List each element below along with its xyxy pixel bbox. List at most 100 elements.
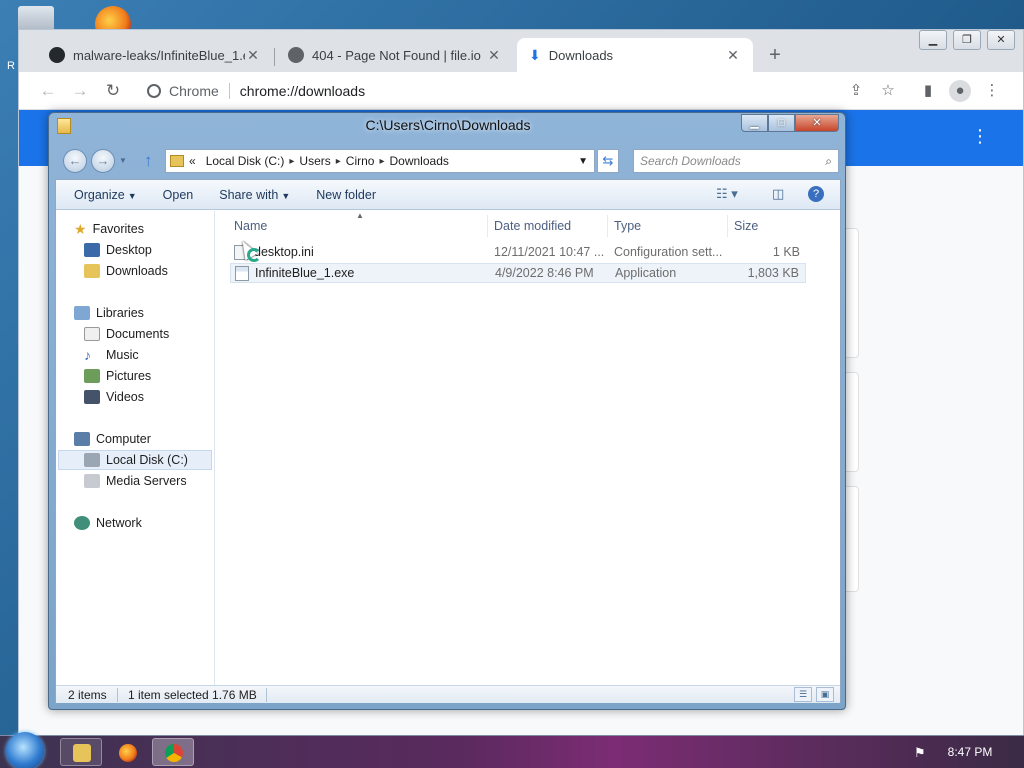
explorer-content: Organize ▼ Open Share with ▼ New folder ☷ … bbox=[55, 179, 841, 703]
search-icon[interactable]: ⌕ bbox=[825, 154, 832, 169]
bookmark-star-icon[interactable]: ☆ bbox=[877, 80, 899, 102]
maximize-button[interactable]: □ bbox=[768, 114, 795, 132]
downloads-folder-icon bbox=[84, 264, 100, 278]
column-date-modified[interactable]: Date modified bbox=[488, 215, 608, 237]
desktop-icon bbox=[84, 243, 100, 257]
address-breadcrumb[interactable]: « Local Disk (C:) ▸ Users ▸ Cirno ▸ Down… bbox=[165, 149, 595, 173]
file-row[interactable]: desktop.ini 12/11/2021 10:47 ... Configu… bbox=[230, 243, 806, 263]
search-placeholder: Search Downloads bbox=[640, 154, 741, 168]
close-button[interactable]: ✕ bbox=[987, 30, 1015, 50]
navigation-pane: ★ Favorites Desktop Downloads Libraries … bbox=[56, 211, 215, 685]
chrome-icon bbox=[165, 744, 183, 762]
minimize-button[interactable]: ▁ bbox=[919, 30, 947, 50]
file-size: 1 KB bbox=[772, 245, 800, 259]
minimize-button[interactable]: ▁ bbox=[741, 114, 768, 132]
nav-media-servers[interactable]: Media Servers bbox=[84, 471, 187, 491]
organize-button[interactable]: Organize ▼ bbox=[74, 188, 137, 202]
item-count: 2 items bbox=[68, 688, 107, 702]
column-name[interactable]: Name bbox=[228, 215, 488, 237]
share-with-button[interactable]: Share with ▼ bbox=[219, 188, 290, 202]
tab-divider bbox=[274, 48, 275, 66]
breadcrumb-users[interactable]: Users bbox=[299, 154, 330, 168]
start-button[interactable] bbox=[6, 732, 44, 768]
search-input[interactable]: Search Downloads ⌕ bbox=[633, 149, 839, 173]
file-name: InfiniteBlue_1.exe bbox=[255, 266, 355, 280]
chevron-right-icon[interactable]: ▸ bbox=[289, 156, 294, 167]
globe-icon bbox=[288, 47, 304, 63]
system-clock[interactable]: 8:47 PM bbox=[940, 745, 1000, 759]
star-icon: ★ bbox=[74, 220, 87, 237]
nav-documents[interactable]: Documents bbox=[84, 324, 169, 344]
nav-downloads[interactable]: Downloads bbox=[84, 261, 168, 281]
more-actions-icon[interactable]: ⋮ bbox=[971, 126, 989, 147]
file-row[interactable]: InfiniteBlue_1.exe 4/9/2022 8:46 PM Appl… bbox=[230, 263, 806, 283]
nav-videos[interactable]: Videos bbox=[84, 387, 144, 407]
breadcrumb-overflow[interactable]: « bbox=[189, 154, 196, 168]
nav-music[interactable]: ♪ Music bbox=[84, 345, 139, 365]
details-view-icon[interactable]: ☰ bbox=[794, 687, 812, 702]
close-tab-icon[interactable]: ✕ bbox=[725, 47, 741, 64]
large-icons-view-icon[interactable]: ▣ bbox=[816, 687, 834, 702]
restore-button[interactable]: ❐ bbox=[953, 30, 981, 50]
file-date: 12/11/2021 10:47 ... bbox=[494, 245, 605, 259]
back-arrow-icon[interactable]: ← bbox=[63, 149, 87, 173]
recent-pages-chevron-icon[interactable]: ▼ bbox=[119, 156, 127, 165]
forward-arrow-icon[interactable]: → bbox=[69, 80, 91, 102]
omnibox-site-label: Chrome bbox=[169, 83, 219, 99]
music-icon: ♪ bbox=[84, 347, 91, 363]
chevron-right-icon[interactable]: ▸ bbox=[379, 156, 384, 167]
profile-avatar-icon[interactable]: ● bbox=[949, 80, 971, 102]
tab-fileio[interactable]: 404 - Page Not Found | file.io ✕ bbox=[276, 38, 514, 72]
address-bar[interactable]: Chrome chrome://downloads bbox=[135, 77, 915, 105]
firefox-icon bbox=[119, 744, 137, 762]
file-type: Application bbox=[615, 266, 677, 280]
reload-icon[interactable]: ↻ bbox=[102, 80, 124, 102]
github-icon bbox=[49, 47, 65, 63]
close-tab-icon[interactable]: ✕ bbox=[486, 47, 502, 64]
action-center-flag-icon[interactable]: ⚑ bbox=[914, 745, 926, 761]
nav-pictures[interactable]: Pictures bbox=[84, 366, 151, 386]
nav-local-disk[interactable]: Local Disk (C:) bbox=[84, 450, 188, 470]
close-button[interactable]: ✕ bbox=[795, 114, 839, 132]
breadcrumb-local-disk[interactable]: Local Disk (C:) bbox=[206, 154, 285, 168]
taskbar-firefox-button[interactable] bbox=[106, 738, 148, 766]
side-panel-icon[interactable]: ▮ bbox=[917, 80, 939, 102]
menu-kebab-icon[interactable]: ⋮ bbox=[981, 80, 1003, 102]
nav-computer[interactable]: Computer bbox=[74, 429, 151, 449]
open-button[interactable]: Open bbox=[163, 188, 194, 202]
share-icon[interactable]: ⇪ bbox=[845, 80, 867, 102]
change-view-icon[interactable]: ☷ ▾ bbox=[716, 186, 738, 202]
nav-favorites[interactable]: ★ Favorites bbox=[74, 219, 144, 239]
back-arrow-icon[interactable]: ← bbox=[37, 80, 59, 102]
new-tab-button[interactable]: + bbox=[763, 44, 787, 68]
breadcrumb-downloads[interactable]: Downloads bbox=[390, 154, 449, 168]
folder-icon bbox=[170, 155, 184, 167]
status-bar: 2 items 1 item selected 1.76 MB ☰ ▣ bbox=[56, 685, 840, 703]
column-type[interactable]: Type bbox=[608, 215, 728, 237]
explorer-window: C:\Users\Cirno\Downloads ▁ □ ✕ ← → ▼ ↑ «… bbox=[48, 112, 846, 710]
taskbar-explorer-button[interactable] bbox=[60, 738, 102, 766]
up-arrow-icon[interactable]: ↑ bbox=[144, 151, 153, 171]
command-bar: Organize ▼ Open Share with ▼ New folder ☷ … bbox=[56, 180, 840, 210]
address-dropdown-icon[interactable]: ▼ bbox=[578, 156, 588, 167]
nav-desktop[interactable]: Desktop bbox=[84, 240, 152, 260]
preview-pane-icon[interactable]: ◫ bbox=[772, 186, 784, 202]
forward-arrow-icon[interactable]: → bbox=[91, 149, 115, 173]
tab-github[interactable]: malware-leaks/InfiniteBlue_1.exe ✕ bbox=[37, 38, 273, 72]
nav-network[interactable]: Network bbox=[74, 513, 142, 533]
column-size[interactable]: Size bbox=[728, 215, 808, 237]
file-name: desktop.ini bbox=[254, 245, 314, 259]
omnibox-divider bbox=[228, 83, 230, 99]
libraries-icon bbox=[74, 306, 90, 320]
taskbar-chrome-button[interactable] bbox=[152, 738, 194, 766]
new-folder-button[interactable]: New folder bbox=[316, 188, 376, 202]
tab-downloads[interactable]: ⬇ Downloads ✕ bbox=[517, 38, 753, 72]
close-tab-icon[interactable]: ✕ bbox=[245, 47, 261, 64]
documents-icon bbox=[84, 327, 100, 341]
refresh-icon[interactable]: ⇆ bbox=[597, 149, 619, 173]
nav-libraries[interactable]: Libraries bbox=[74, 303, 144, 323]
help-icon[interactable]: ? bbox=[808, 186, 824, 202]
breadcrumb-cirno[interactable]: Cirno bbox=[346, 154, 375, 168]
chevron-right-icon[interactable]: ▸ bbox=[336, 156, 341, 167]
file-type: Configuration sett... bbox=[614, 245, 723, 259]
